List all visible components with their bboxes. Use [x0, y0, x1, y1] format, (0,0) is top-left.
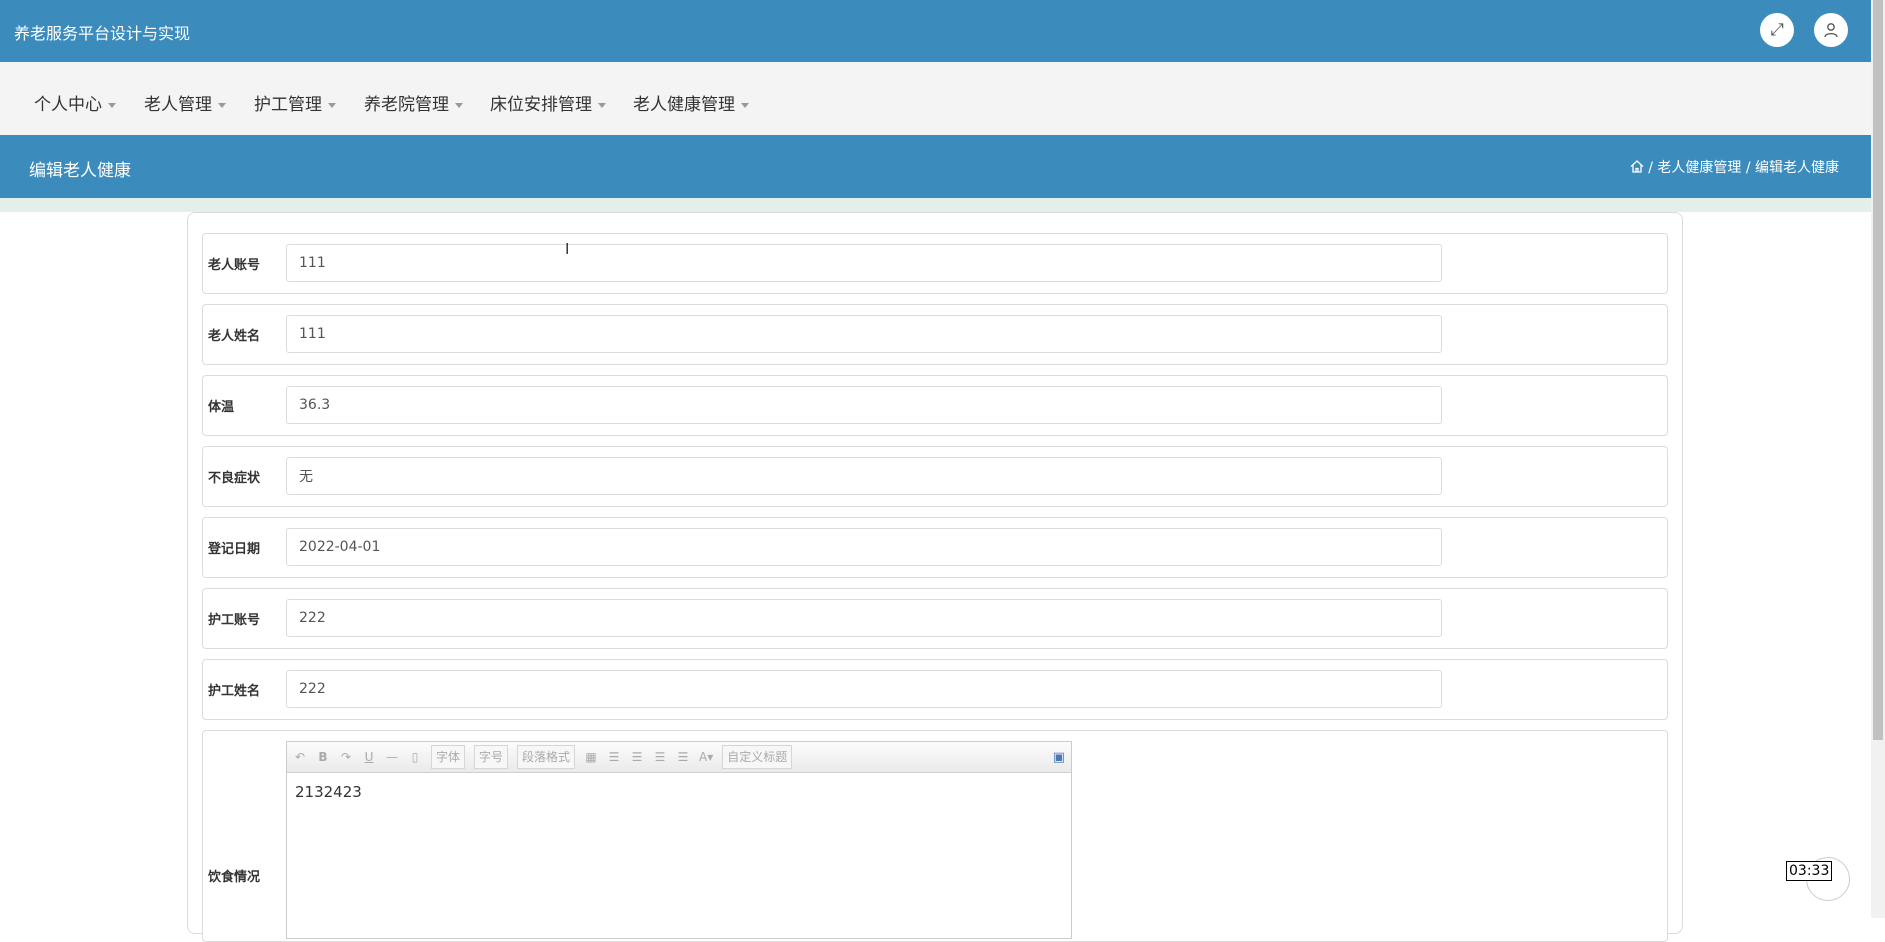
caret-down-icon — [741, 102, 749, 108]
caret-down-icon — [108, 102, 116, 108]
register-date-input[interactable] — [286, 528, 1442, 566]
app-title: 养老服务平台设计与实现 — [14, 24, 191, 43]
caret-down-icon — [328, 102, 336, 108]
caregiver-account-input[interactable] — [286, 599, 1442, 637]
breadcrumb-level1[interactable]: 老人健康管理 — [1657, 160, 1741, 176]
editor-toolbar: ↶ B ↷ U — ▯ 字体 字号 段落格式 ▦ ☰ ☰ ☰ ☰ A▾ 自定义标… — [287, 742, 1071, 773]
custom-title-select[interactable]: 自定义标题 — [722, 745, 793, 769]
breadcrumb-separator: / — [1745, 160, 1751, 176]
form-row-symptoms: 不良症状 — [202, 446, 1668, 507]
divider-stripe — [0, 198, 1871, 212]
form-row-register-date: 登记日期 — [202, 517, 1668, 578]
elder-account-label: 老人账号 — [208, 258, 261, 273]
elder-account-input[interactable] — [286, 244, 1442, 282]
menu-nursing-home-management[interactable]: 养老院管理 — [364, 90, 463, 115]
caret-down-icon — [598, 102, 606, 108]
redo-icon[interactable]: ↷ — [339, 750, 353, 764]
menu-label: 床位安排管理 — [490, 95, 592, 115]
temperature-label: 体温 — [208, 400, 235, 415]
user-icon — [1824, 23, 1838, 38]
menu-label: 老人健康管理 — [633, 95, 735, 115]
register-date-label: 登记日期 — [208, 542, 261, 557]
symptoms-input[interactable] — [286, 457, 1442, 495]
breadcrumb-separator: / — [1648, 160, 1653, 176]
bold-icon[interactable]: B — [316, 750, 330, 764]
fullscreen-editor-icon[interactable]: ▣ — [1053, 750, 1065, 765]
align-justify-icon[interactable]: ☰ — [676, 750, 690, 764]
diet-label: 饮食情况 — [208, 870, 261, 885]
caregiver-name-input[interactable] — [286, 670, 1442, 708]
form-row-diet: 饮食情况 ↶ B ↷ U — ▯ 字体 字号 段落格式 ▦ ☰ ☰ ☰ ☰ A▾… — [202, 730, 1668, 942]
caret-down-icon — [218, 102, 226, 108]
paragraph-format-select[interactable]: 段落格式 — [517, 745, 576, 769]
symptoms-label: 不良症状 — [208, 471, 261, 486]
scrollbar[interactable] — [1871, 0, 1885, 918]
font-color-icon[interactable]: A▾ — [699, 750, 713, 764]
align-left-icon[interactable]: ☰ — [607, 750, 621, 764]
table-icon[interactable]: ▦ — [584, 750, 598, 764]
caregiver-name-label: 护工姓名 — [208, 684, 261, 699]
underline-icon[interactable]: U — [362, 750, 376, 764]
home-icon[interactable] — [1630, 160, 1644, 173]
align-right-icon[interactable]: ☰ — [630, 750, 644, 764]
font-size-select[interactable]: 字号 — [474, 745, 509, 769]
scrollbar-thumb[interactable] — [1873, 0, 1883, 740]
align-center-icon[interactable]: ☰ — [653, 750, 667, 764]
menu-label: 护工管理 — [254, 95, 322, 115]
page-header: 编辑老人健康 / 老人健康管理 / 编辑老人健康 — [0, 135, 1871, 198]
menu-caregiver-management[interactable]: 护工管理 — [254, 90, 336, 115]
font-family-select[interactable]: 字体 — [431, 745, 466, 769]
editor-content[interactable]: 2132423 — [287, 773, 1071, 811]
form-row-caregiver-name: 护工姓名 — [202, 659, 1668, 720]
menu-label: 养老院管理 — [364, 95, 449, 115]
temperature-input[interactable] — [286, 386, 1442, 424]
caret-down-icon — [455, 102, 463, 108]
main-menu: 个人中心 老人管理 护工管理 养老院管理 床位安排管理 老人健康管理 — [0, 62, 1871, 135]
elder-name-label: 老人姓名 — [208, 329, 261, 344]
text-cursor-icon: I — [565, 240, 570, 258]
undo-icon[interactable]: ↶ — [293, 750, 307, 764]
menu-elder-management[interactable]: 老人管理 — [144, 90, 226, 115]
form-row-caregiver-account: 护工账号 — [202, 588, 1668, 649]
caregiver-account-label: 护工账号 — [208, 613, 261, 628]
user-button[interactable] — [1814, 13, 1848, 47]
elder-name-input[interactable] — [286, 315, 1442, 353]
form-row-elder-name: 老人姓名 — [202, 304, 1668, 365]
rich-text-editor: ↶ B ↷ U — ▯ 字体 字号 段落格式 ▦ ☰ ☰ ☰ ☰ A▾ 自定义标… — [286, 741, 1072, 939]
form-row-temperature: 体温 — [202, 375, 1668, 436]
breadcrumb: / 老人健康管理 / 编辑老人健康 — [1630, 157, 1839, 177]
fullscreen-icon: ⤢ — [1770, 20, 1784, 40]
breadcrumb-current: 编辑老人健康 — [1755, 160, 1839, 176]
menu-label: 老人管理 — [144, 95, 212, 115]
horizontal-rule-icon[interactable]: — — [385, 750, 399, 764]
menu-personal-center[interactable]: 个人中心 — [34, 90, 116, 115]
menu-elder-health[interactable]: 老人健康管理 — [633, 90, 749, 115]
menu-bed-arrangement[interactable]: 床位安排管理 — [490, 90, 606, 115]
page-title: 编辑老人健康 — [29, 161, 131, 181]
fullscreen-button[interactable]: ⤢ — [1760, 13, 1794, 47]
top-bar: 养老服务平台设计与实现 ⤢ — [0, 0, 1871, 62]
form-row-elder-account: 老人账号 — [202, 233, 1668, 294]
menu-label: 个人中心 — [34, 95, 102, 115]
paste-icon[interactable]: ▯ — [408, 750, 422, 764]
timer-badge: 03:33 — [1786, 861, 1833, 881]
